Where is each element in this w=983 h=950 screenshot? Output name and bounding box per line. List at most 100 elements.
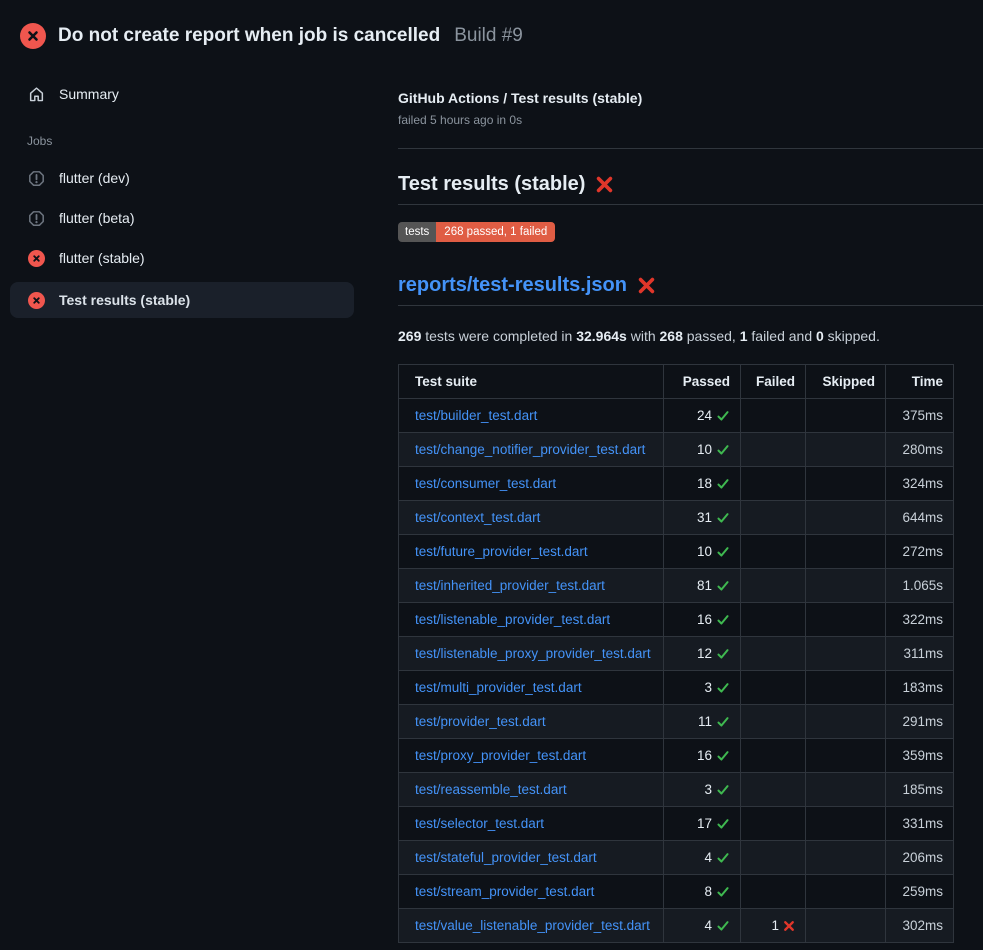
table-row: test/stateful_provider_test.dart4206ms: [399, 841, 954, 875]
sidebar-item-test-results-stable-[interactable]: Test results (stable): [10, 282, 354, 318]
green-check-icon: [716, 545, 730, 559]
red-cross-icon: [783, 920, 795, 932]
failed-cell: [741, 637, 806, 671]
suite-link[interactable]: test/selector_test.dart: [415, 816, 544, 831]
suite-link[interactable]: test/consumer_test.dart: [415, 476, 556, 491]
table-row: test/change_notifier_provider_test.dart 1…: [399, 433, 954, 467]
test-summary-sentence: 269 tests were completed in 32.964s with…: [398, 327, 983, 345]
run-header: Do not create report when job is cancell…: [0, 0, 983, 56]
suite-link[interactable]: test/provider_test.dart: [415, 714, 546, 729]
table-row: test/future_provider_test.dart10272ms: [399, 535, 954, 569]
main-content: GitHub Actions / Test results (stable) f…: [362, 56, 983, 943]
sidebar-item-flutter-stable-[interactable]: flutter (stable): [10, 244, 362, 272]
failed-cell: [741, 705, 806, 739]
divider: [398, 148, 983, 149]
suite-cell: test/stream_provider_test.dart: [399, 875, 664, 909]
failed-cell: [741, 807, 806, 841]
suite-cell: test/reassemble_test.dart: [399, 773, 664, 807]
table-row: test/provider_test.dart 11 291ms: [399, 705, 954, 739]
sidebar-item-flutter-dev-[interactable]: flutter (dev): [10, 164, 362, 192]
failed-cell: [741, 467, 806, 501]
suite-link[interactable]: test/listenable_proxy_provider_test.dart: [415, 646, 651, 661]
jobs-section-label: Jobs: [10, 134, 362, 148]
failed-cell: [741, 773, 806, 807]
suite-cell: test/provider_test.dart: [399, 705, 664, 739]
table-row: test/value_listenable_provider_test.dart…: [399, 909, 954, 943]
suite-link[interactable]: test/future_provider_test.dart: [415, 544, 588, 559]
failed-cell: 1: [741, 909, 806, 943]
table-row: test/stream_provider_test.dart8259ms: [399, 875, 954, 909]
green-check-icon: [716, 715, 730, 729]
time-cell: 359ms: [886, 739, 954, 773]
sidebar-item-label: flutter (beta): [59, 210, 134, 226]
time-cell: 311ms: [886, 637, 954, 671]
passed-cell: 3: [664, 671, 741, 705]
report-file-link[interactable]: reports/test-results.json: [398, 273, 627, 297]
suite-link[interactable]: test/proxy_provider_test.dart: [415, 748, 586, 763]
suite-link[interactable]: test/reassemble_test.dart: [415, 782, 567, 797]
table-row: test/inherited_provider_test.dart 81 1.065…: [399, 569, 954, 603]
skipped-cell: [806, 773, 886, 807]
time-cell: 644ms: [886, 501, 954, 535]
skipped-cell: [806, 603, 886, 637]
report-heading: reports/test-results.json: [398, 273, 983, 306]
skipped-cell: [806, 671, 886, 705]
sidebar-summary-label: Summary: [59, 86, 119, 102]
build-number: Build #9: [454, 25, 523, 47]
suite-link[interactable]: test/builder_test.dart: [415, 408, 537, 423]
green-check-icon: [716, 851, 730, 865]
skipped-cell: [806, 569, 886, 603]
passed-cell: 3: [664, 773, 741, 807]
failed-cell: [741, 501, 806, 535]
skipped-cell: [806, 535, 886, 569]
failed-cell: [741, 739, 806, 773]
suite-link[interactable]: test/multi_provider_test.dart: [415, 680, 582, 695]
skipped-cell: [806, 739, 886, 773]
passed-cell: 10: [664, 535, 741, 569]
suite-cell: test/listenable_provider_test.dart: [399, 603, 664, 637]
failed-cell: [741, 603, 806, 637]
time-cell: 280ms: [886, 433, 954, 467]
passed-cell: 81: [664, 569, 741, 603]
suite-link[interactable]: test/value_listenable_provider_test.dart: [415, 918, 650, 933]
table-row: test/listenable_proxy_provider_test.dart…: [399, 637, 954, 671]
sidebar-jobs-list: flutter (dev) flutter (beta) flutter (stab…: [10, 164, 362, 318]
green-check-icon: [716, 647, 730, 661]
table-row: test/consumer_test.dart18324ms: [399, 467, 954, 501]
table-row: test/proxy_provider_test.dart16359ms: [399, 739, 954, 773]
passed-cell: 10: [664, 433, 741, 467]
suite-link[interactable]: test/change_notifier_provider_test.dart: [415, 442, 645, 457]
suite-link[interactable]: test/listenable_provider_test.dart: [415, 612, 610, 627]
sidebar-item-summary[interactable]: Summary: [10, 80, 362, 108]
skipped-cell: [806, 705, 886, 739]
skipped-cell: [806, 637, 886, 671]
section-heading: Test results (stable): [398, 172, 983, 205]
column-header-time: Time: [886, 365, 954, 399]
green-check-icon: [716, 613, 730, 627]
time-cell: 1.065s: [886, 569, 954, 603]
failed-cell: [741, 875, 806, 909]
column-header-failed: Failed: [741, 365, 806, 399]
suite-link[interactable]: test/stream_provider_test.dart: [415, 884, 594, 899]
suite-cell: test/builder_test.dart: [399, 399, 664, 433]
passed-cell: 12: [664, 637, 741, 671]
sidebar-item-label: flutter (stable): [59, 250, 145, 266]
sidebar-item-flutter-beta-[interactable]: flutter (beta): [10, 204, 362, 232]
column-header-skipped: Skipped: [806, 365, 886, 399]
passed-cell: 11: [664, 705, 741, 739]
time-cell: 291ms: [886, 705, 954, 739]
time-cell: 185ms: [886, 773, 954, 807]
summary-segment: failed and: [748, 328, 817, 344]
suite-link[interactable]: test/context_test.dart: [415, 510, 540, 525]
breadcrumb: GitHub Actions / Test results (stable): [398, 88, 983, 108]
green-check-icon: [716, 783, 730, 797]
suite-link[interactable]: test/inherited_provider_test.dart: [415, 578, 605, 593]
summary-segment: 268: [660, 328, 683, 344]
failed-circle-x-icon: [20, 23, 46, 49]
suite-link[interactable]: test/stateful_provider_test.dart: [415, 850, 597, 865]
suite-cell: test/multi_provider_test.dart: [399, 671, 664, 705]
table-row: test/selector_test.dart17331ms: [399, 807, 954, 841]
passed-cell: 16: [664, 603, 741, 637]
summary-segment: passed,: [683, 328, 740, 344]
badge-value: 268 passed, 1 failed: [436, 222, 555, 242]
